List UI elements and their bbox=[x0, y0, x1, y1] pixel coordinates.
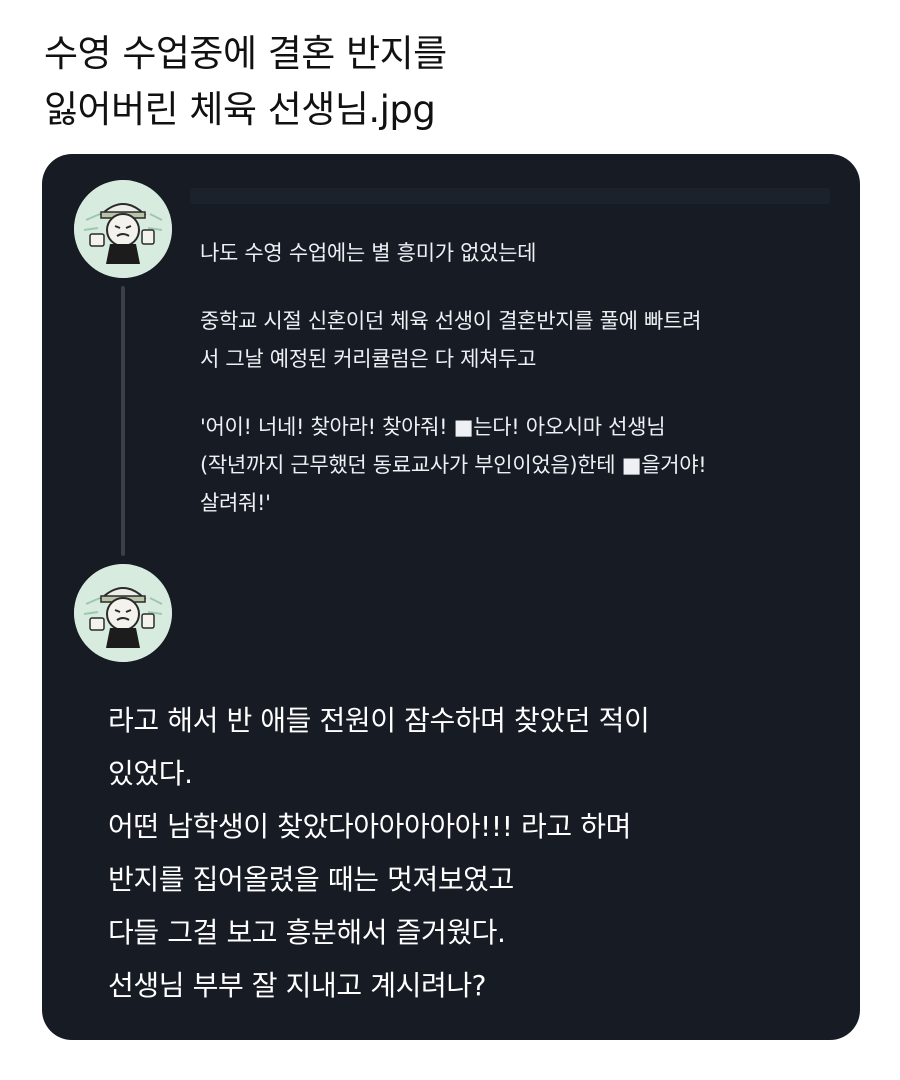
reply-paragraph: 중학교 시절 신혼이던 체육 선생이 결혼반지를 풀에 빠트려 서 그날 예정된… bbox=[200, 309, 702, 371]
cartoon-character-avatar-icon bbox=[74, 564, 172, 662]
cartoon-character-avatar-icon bbox=[74, 180, 172, 278]
reply-text: 나도 수영 수업에는 별 흥미가 없었는데 중학교 시절 신혼이던 체육 선생이… bbox=[200, 234, 850, 522]
reply-paragraph: '어이! 너네! 찾아라! 찾아줘! ■는다! 아오시마 선생님 (작년까지 근… bbox=[200, 415, 707, 515]
reply-avatar[interactable] bbox=[74, 180, 172, 278]
reply-paragraph: 나도 수영 수업에는 별 흥미가 없었는데 bbox=[200, 241, 537, 265]
page-title: 수영 수업중에 결혼 반지를 잃어버린 체육 선생님.jpg bbox=[44, 26, 447, 138]
continuation-avatar[interactable] bbox=[74, 564, 172, 662]
page-title-line-1: 수영 수업중에 결혼 반지를 bbox=[44, 32, 447, 75]
redacted-username-bar bbox=[190, 188, 830, 204]
page-title-line-2: 잃어버린 체육 선생님.jpg bbox=[44, 88, 436, 131]
thread-connector-line bbox=[121, 286, 125, 556]
thread-card: 나도 수영 수업에는 별 흥미가 없었는데 중학교 시절 신혼이던 체육 선생이… bbox=[42, 154, 860, 1040]
continuation-text: 라고 해서 반 애들 전원이 잠수하며 찾았던 적이 있었다. 어떤 남학생이 … bbox=[108, 704, 650, 1002]
